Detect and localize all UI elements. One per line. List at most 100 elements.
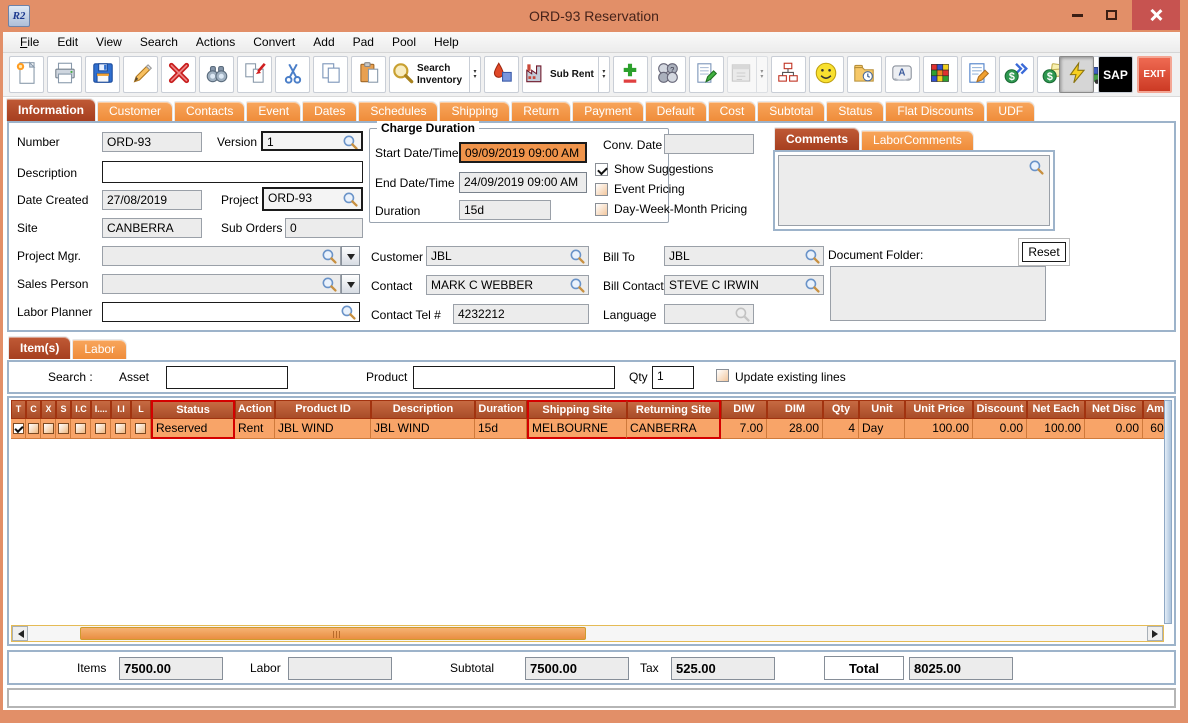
row-checkbox-cell[interactable] [111,419,131,439]
cell-duration[interactable]: 15d [475,419,527,439]
unchecked-checkbox[interactable] [115,423,126,434]
comments-input[interactable] [778,155,1050,226]
menu-pad[interactable]: Pad [344,33,383,51]
sap-button[interactable]: SAP [1098,56,1133,93]
tab-event[interactable]: Event [246,101,301,121]
bill-contact-input[interactable]: STEVE C IRWIN [664,275,824,295]
conv-date-input[interactable] [664,134,754,154]
smiley-button[interactable] [809,56,844,93]
qty-input[interactable]: 1 [652,366,694,389]
date-created-input[interactable]: 27/08/2019 [102,190,202,210]
delete-button[interactable] [161,56,196,93]
tab-cost[interactable]: Cost [708,101,757,121]
save-button[interactable] [85,56,120,93]
site-input[interactable]: CANBERRA [102,218,202,238]
menu-search[interactable]: Search [131,33,187,51]
unchecked-checkbox[interactable] [28,423,39,434]
unchecked-checkbox[interactable] [135,423,146,434]
cell-net-each[interactable]: 100.00 [1027,419,1085,439]
horizontal-scroll-thumb[interactable] [80,627,586,640]
cell-unit-price[interactable]: 100.00 [905,419,973,439]
sales-person-search-icon[interactable] [321,276,338,293]
labor-planner-input[interactable] [102,302,360,322]
row-checkbox-cell[interactable] [41,419,56,439]
search-inventory-button[interactable]: Search Inventory▾▾ [389,56,481,93]
tab-customer[interactable]: Customer [97,101,173,121]
row-checkbox-cell[interactable] [56,419,71,439]
edit-document-button[interactable] [961,56,996,93]
document-folder-box[interactable] [830,266,1046,321]
reset-button[interactable]: Reset [1022,242,1066,262]
cell-returning-site[interactable]: CANBERRA [627,419,721,439]
sales-person-dropdown-button[interactable] [341,274,360,294]
menu-help[interactable]: Help [425,33,468,51]
close-button[interactable] [1132,0,1180,30]
unchecked-checkbox[interactable] [95,423,106,434]
tab-flat-discounts[interactable]: Flat Discounts [885,101,985,121]
version-search-icon[interactable] [342,134,359,151]
bill-contact-search-icon[interactable] [804,277,821,294]
unchecked-checkbox[interactable] [58,423,69,434]
print-button[interactable] [47,56,82,93]
vertical-scrollbar[interactable] [1164,400,1172,624]
contact-search-icon[interactable] [569,277,586,294]
tab-laborcomments[interactable]: LaborComments [861,130,974,150]
binoculars-button[interactable] [199,56,234,93]
cell-status[interactable]: Reserved [151,419,235,439]
language-input[interactable] [664,304,754,324]
tab-payment[interactable]: Payment [572,101,643,121]
calendar-button[interactable]: ▾▾ [727,56,768,93]
project-search-icon[interactable] [342,191,359,208]
sub-rent-button[interactable]: Sub Rent▾▾ [522,56,610,93]
project-input[interactable]: ORD-93 [262,187,363,211]
cell-dim[interactable]: 28.00 [767,419,823,439]
calendar-dropdown-icon[interactable]: ▾▾ [756,57,767,92]
cell-shipping-site[interactable]: MELBOURNE [527,419,627,439]
scroll-left-button[interactable] [12,626,28,641]
cell-diw[interactable]: 7.00 [721,419,767,439]
row-checkbox-cell[interactable] [71,419,91,439]
keyboard-key-button[interactable]: A [885,56,920,93]
products-3d-button[interactable] [484,56,519,93]
paste-button[interactable] [351,56,386,93]
notes-button[interactable] [689,56,724,93]
comments-search-icon[interactable] [1028,159,1045,176]
row-checkbox-cell[interactable] [11,419,26,439]
contact-input[interactable]: MARK C WEBBER [426,275,589,295]
menu-view[interactable]: View [87,33,131,51]
duplicate-lines-button[interactable] [237,56,272,93]
menu-actions[interactable]: Actions [187,33,244,51]
cell-amount[interactable]: 600.00 [1143,419,1164,439]
menu-edit[interactable]: Edit [48,33,87,51]
cell-product-id[interactable]: JBL WIND [275,419,371,439]
tab-udf[interactable]: UDF [986,101,1035,121]
description-input[interactable] [102,161,363,183]
tab-schedules[interactable]: Schedules [358,101,438,121]
tab-dates[interactable]: Dates [302,101,357,121]
bill-to-search-icon[interactable] [804,248,821,265]
folder-clock-button[interactable] [847,56,882,93]
color-cube-button[interactable] [923,56,958,93]
project-mgr-dropdown-button[interactable] [341,246,360,266]
sub-orders-input[interactable]: 0 [285,218,363,238]
customer-input[interactable]: JBL [426,246,589,266]
tab-information[interactable]: Information [6,98,96,121]
tab-labor[interactable]: Labor [72,339,127,359]
tab-item-s-[interactable]: Item(s) [8,336,71,359]
lightning-button[interactable] [1059,56,1094,93]
currency-forward-button[interactable]: $ [999,56,1034,93]
copy-button[interactable] [313,56,348,93]
asset-search-input[interactable] [166,366,288,389]
cell-net-disc[interactable]: 0.00 [1085,419,1143,439]
org-chart-button[interactable] [771,56,806,93]
cell-qty[interactable]: 4 [823,419,859,439]
search-inventory-dropdown-icon[interactable]: ▾▾ [469,57,480,92]
labor-planner-search-icon[interactable] [340,304,357,321]
product-search-input[interactable] [413,366,615,389]
unchecked-checkbox[interactable] [43,423,54,434]
scroll-right-button[interactable] [1147,626,1163,641]
tab-subtotal[interactable]: Subtotal [757,101,825,121]
cell-discount[interactable]: 0.00 [973,419,1027,439]
menu-pool[interactable]: Pool [383,33,425,51]
tab-status[interactable]: Status [826,101,884,121]
